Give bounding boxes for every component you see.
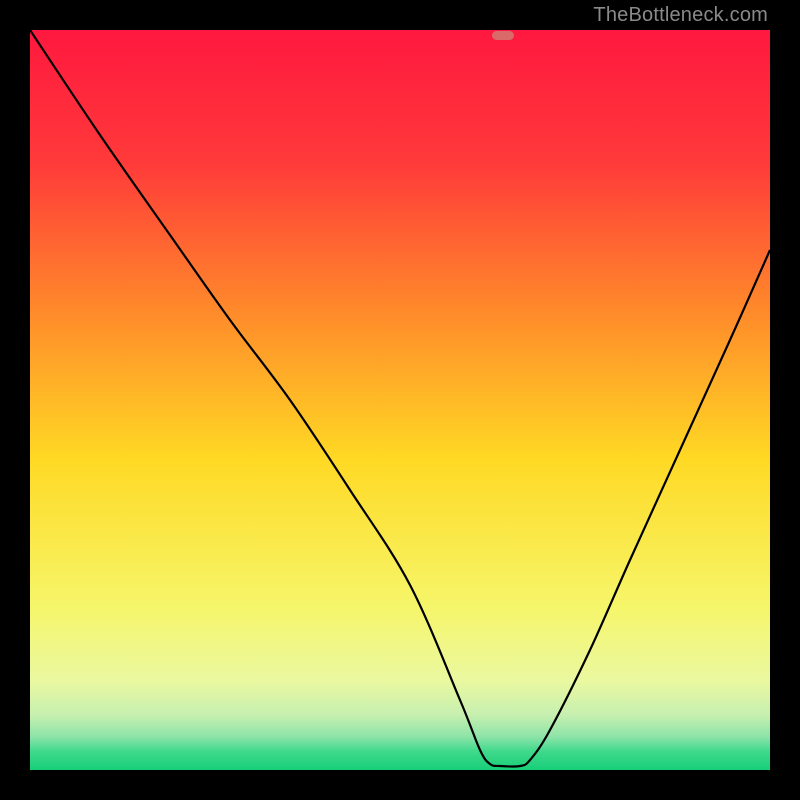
outer-frame: TheBottleneck.com bbox=[0, 0, 800, 800]
bottleneck-curve bbox=[30, 30, 770, 767]
curve-layer bbox=[30, 30, 770, 770]
plot-area bbox=[30, 30, 770, 770]
watermark-text: TheBottleneck.com bbox=[593, 4, 768, 27]
optimal-point-marker bbox=[492, 31, 514, 40]
